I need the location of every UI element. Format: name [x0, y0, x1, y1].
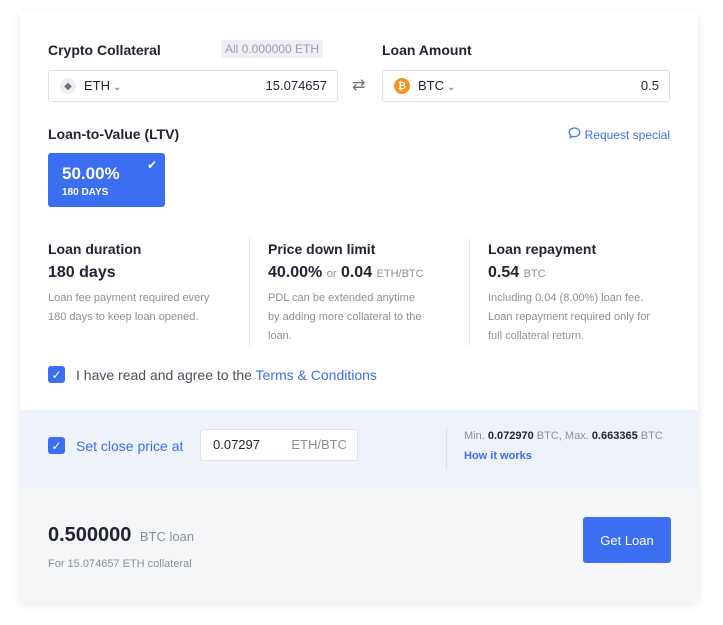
max-value: 0.663365	[591, 430, 638, 442]
repayment-desc: Including 0.04 (8.00%) loan fee. Loan re…	[488, 289, 683, 346]
repayment-value: 0.54	[488, 264, 520, 281]
collateral-label: Crypto Collateral	[48, 42, 161, 58]
band-divider	[446, 428, 447, 470]
loan-duration-title: Loan duration	[48, 241, 142, 257]
close-price-checkbox[interactable]: ✓	[48, 437, 65, 454]
loan-currency-label: BTC	[418, 78, 444, 93]
chevron-down-icon: ⌄	[113, 82, 122, 93]
pdl-value-row: 40.00% or 0.04 ETH/BTC	[268, 264, 458, 282]
loan-summary: 0.500000 BTC loan For 15.074657 ETH coll…	[20, 488, 698, 602]
check-icon: ✔	[146, 158, 157, 172]
price-down-limit-section: Price down limit 40.00% or 0.04 ETH/BTC …	[268, 241, 458, 346]
desc-line: full collateral return.	[488, 330, 584, 342]
loan-duration-section: Loan duration 180 days Loan fee payment …	[48, 241, 238, 327]
loan-amount-input[interactable]: 0.5	[641, 78, 659, 93]
loan-amount-field[interactable]: ₿ BTC ⌄ 0.5	[382, 70, 670, 102]
summary-amount-row: 0.500000 BTC loan	[48, 524, 194, 547]
desc-line: PDL can be extended anytime	[268, 292, 415, 304]
summary-sub: For 15.074657 ETH collateral	[48, 558, 192, 570]
pdl-percent: 40.00%	[268, 264, 323, 281]
repayment-unit: BTC	[523, 268, 546, 280]
how-it-works-link[interactable]: How it works	[464, 450, 532, 462]
pdl-price: 0.04	[340, 264, 373, 281]
agree-checkbox[interactable]: ✓	[48, 366, 65, 383]
column-divider	[469, 238, 470, 346]
close-price-value: 0.07297	[213, 437, 260, 452]
collateral-currency-select[interactable]: ETH ⌄	[84, 78, 121, 93]
request-special-label: Request special	[584, 127, 670, 142]
max-unit: BTC	[640, 430, 663, 442]
desc-line: Including 0.04 (8.00%) loan fee.	[488, 292, 644, 304]
summary-amount: 0.500000	[48, 524, 132, 546]
ltv-option-days: 180 DAYS	[62, 187, 109, 198]
eth-coin-icon: ◆	[60, 78, 76, 94]
summary-unit: BTC loan	[139, 529, 195, 544]
column-divider	[249, 238, 250, 346]
chevron-down-icon: ⌄	[447, 82, 456, 93]
ltv-option-50[interactable]: 50.00% 180 DAYS ✔	[48, 153, 165, 207]
desc-line: 180 days to keep loan opened.	[48, 311, 199, 323]
desc-line: Loan repayment required only for	[488, 311, 651, 323]
min-value: 0.072970	[487, 430, 534, 442]
desc-line: by adding more collateral to the	[268, 311, 422, 323]
close-price-band: ✓ Set close price at 0.07297 ETH/BTC Min…	[20, 410, 698, 488]
agree-text: I have read and agree to the Terms & Con…	[76, 367, 377, 383]
desc-line: Loan fee payment required every	[48, 292, 210, 304]
all-collateral-badge[interactable]: All 0.000000 ETH	[221, 40, 324, 58]
loan-currency-select[interactable]: BTC ⌄	[418, 78, 455, 93]
terms-link[interactable]: Terms & Conditions	[256, 367, 377, 383]
pdl-unit: ETH/BTC	[376, 268, 424, 280]
repayment-title: Loan repayment	[488, 241, 597, 257]
pdl-title: Price down limit	[268, 241, 376, 257]
agree-label: I have read and agree to the	[76, 367, 256, 383]
pdl-desc: PDL can be extended anytime by adding mo…	[268, 289, 458, 346]
ltv-option-percent: 50.00%	[62, 164, 120, 183]
min-label: Min.	[464, 430, 485, 442]
btc-coin-icon: ₿	[394, 78, 410, 94]
loan-amount-label: Loan Amount	[382, 42, 472, 58]
collateral-amount-input[interactable]: 15.074657	[266, 78, 327, 93]
chat-bubble-icon	[568, 127, 581, 142]
repayment-value-row: 0.54 BTC	[488, 264, 683, 282]
desc-line: loan.	[268, 330, 292, 342]
max-label: BTC, Max.	[536, 430, 589, 442]
loan-repayment-section: Loan repayment 0.54 BTC Including 0.04 (…	[488, 241, 683, 346]
close-price-input[interactable]: 0.07297 ETH/BTC	[200, 429, 358, 461]
request-special-link[interactable]: Request special	[568, 127, 670, 142]
close-price-label: Set close price at	[76, 438, 184, 454]
loan-card: Crypto Collateral All 0.000000 ETH ◆ ETH…	[20, 12, 698, 602]
collateral-field[interactable]: ◆ ETH ⌄ 15.074657	[48, 70, 338, 102]
close-price-range: Min. 0.072970 BTC, Max. 0.663365 BTC	[464, 430, 663, 442]
close-price-unit: ETH/BTC	[291, 437, 347, 452]
get-loan-button[interactable]: Get Loan	[583, 517, 671, 563]
loan-duration-desc: Loan fee payment required every 180 days…	[48, 289, 238, 327]
collateral-currency-label: ETH	[84, 78, 110, 93]
loan-duration-value: 180 days	[48, 264, 116, 281]
pdl-or: or	[326, 268, 337, 280]
swap-icon[interactable]: ⇄	[352, 75, 365, 95]
ltv-label: Loan-to-Value (LTV)	[48, 126, 180, 142]
